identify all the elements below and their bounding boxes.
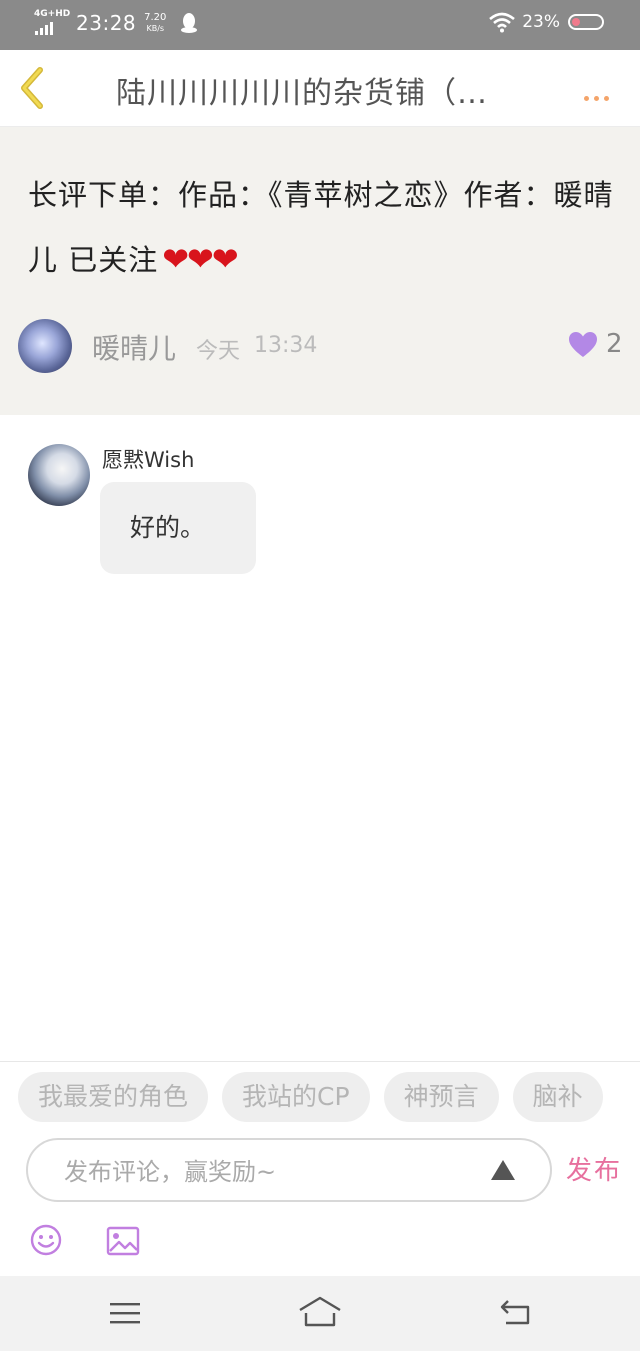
- comment-input-box: [26, 1138, 552, 1202]
- clock: 23:28: [76, 11, 137, 35]
- comment-text: 好的。: [130, 513, 206, 542]
- image-icon[interactable]: [106, 1226, 140, 1256]
- network-speed: 7.20 KB/s: [144, 12, 166, 34]
- post-body: 长评下单：作品：《青苹树之恋》作者：暖晴儿 已关注 ❤❤❤: [28, 163, 618, 292]
- menu-icon[interactable]: [110, 1302, 140, 1324]
- post-day: 今天: [196, 339, 241, 364]
- topic-tags: 我最爱的角色 我站的CP 神预言 脑补: [18, 1072, 603, 1122]
- commenter-avatar[interactable]: [28, 444, 90, 506]
- signal-icon: 4G+HD: [34, 9, 70, 37]
- like-count: 2: [606, 329, 623, 359]
- home-icon[interactable]: [298, 1296, 342, 1328]
- speed-value: 7.20: [144, 12, 167, 23]
- status-right: 23%: [488, 11, 604, 33]
- avatar[interactable]: [18, 319, 72, 373]
- chevron-left-icon[interactable]: [16, 66, 48, 110]
- network-type: 4G+HD: [34, 9, 71, 19]
- heart-icon[interactable]: [568, 331, 598, 359]
- publish-button[interactable]: 发布: [566, 1150, 622, 1187]
- top-bar: 陆川川川川川的杂货铺（…: [0, 50, 640, 127]
- tag-chip[interactable]: 我站的CP: [222, 1072, 370, 1122]
- speed-unit: KB/s: [146, 24, 165, 33]
- post-text: 长评下单：作品：《青苹树之恋》作者：暖晴儿 已关注: [28, 178, 614, 277]
- post-author[interactable]: 暖晴儿: [92, 327, 176, 367]
- comment-input[interactable]: [62, 1152, 466, 1192]
- comment-bubble: 好的。: [100, 482, 256, 574]
- status-left: 4G+HD 23:28 7.20 KB/s: [34, 9, 198, 37]
- more-dots-icon[interactable]: [584, 86, 618, 101]
- qq-penguin-icon: [181, 13, 198, 33]
- wifi-icon: [489, 12, 516, 33]
- post-card: 长评下单：作品：《青苹树之恋》作者：暖晴儿 已关注 ❤❤❤ 暖晴儿 今天 13:3…: [0, 127, 640, 415]
- tag-chip[interactable]: 脑补: [512, 1072, 603, 1122]
- battery-percent: 23%: [522, 12, 560, 32]
- battery-icon: [568, 14, 604, 30]
- return-icon[interactable]: [498, 1298, 532, 1326]
- comment-author[interactable]: 愿黙Wish: [102, 444, 194, 474]
- status-bar: 4G+HD 23:28 7.20 KB/s 23%: [0, 0, 640, 50]
- tag-chip[interactable]: 我最爱的角色: [18, 1072, 209, 1122]
- triangle-up-icon[interactable]: [490, 1159, 516, 1181]
- post-time: 13:34: [254, 333, 318, 358]
- emoji-icon[interactable]: [30, 1224, 62, 1256]
- comment-composer: 我最爱的角色 我站的CP 神预言 脑补 发布: [0, 1061, 640, 1277]
- heart-emoji: ❤❤❤: [162, 240, 238, 278]
- system-nav-bar: [0, 1276, 640, 1351]
- page-title: 陆川川川川川的杂货铺（…: [116, 76, 488, 108]
- tag-chip[interactable]: 神预言: [383, 1072, 499, 1122]
